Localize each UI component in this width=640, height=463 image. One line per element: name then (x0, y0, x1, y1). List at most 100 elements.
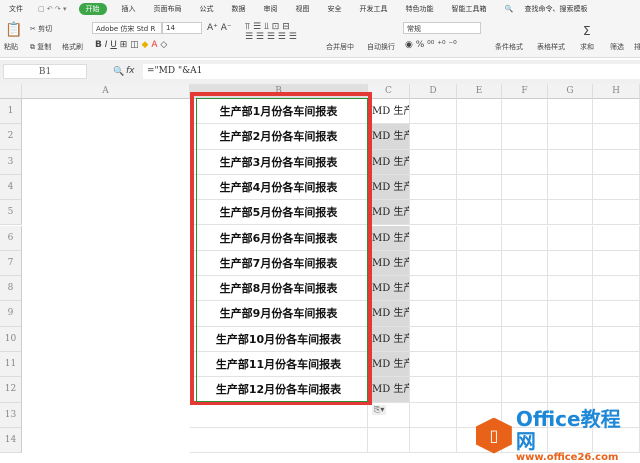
conditional-format-button[interactable]: 条件格式 (495, 42, 523, 52)
cell[interactable] (457, 326, 502, 352)
cell[interactable] (457, 124, 502, 150)
cell[interactable] (548, 250, 593, 277)
cell-b[interactable]: MD 生产部2月份各车间报表 (368, 124, 410, 150)
cell[interactable] (410, 352, 457, 378)
cell[interactable] (502, 377, 548, 403)
cell-b[interactable]: MD 生产部1月份各车间报表 (368, 99, 410, 125)
cell-b[interactable]: MD 生产部3月份各车间报表 (368, 149, 410, 175)
cell-b[interactable]: MD 生产部6月份各车间报表 (368, 225, 410, 251)
cell[interactable] (548, 124, 593, 150)
cell-a[interactable] (190, 402, 368, 428)
copy-button[interactable]: ⧉ 复制 (30, 42, 51, 52)
cell[interactable] (410, 377, 457, 403)
cell[interactable] (410, 124, 457, 150)
column-header-G[interactable]: G (548, 84, 593, 99)
merge-center-button[interactable]: 合并居中 (326, 42, 354, 52)
cell-b[interactable]: MD 生产部10月份各车间报表 (368, 326, 410, 352)
cell-b[interactable]: MD 生产部9月份各车间报表 (368, 301, 410, 327)
cell[interactable] (548, 352, 593, 378)
cell[interactable] (548, 174, 593, 201)
cell[interactable] (593, 352, 640, 378)
row-header[interactable]: 8 (0, 276, 22, 302)
cell[interactable] (548, 326, 593, 352)
cell[interactable] (548, 99, 593, 125)
font-grow-icon[interactable]: A⁺ A⁻ (207, 23, 232, 33)
sum-icon[interactable]: Σ (583, 24, 591, 38)
paste-options-icon[interactable]: ⎘▾ (372, 405, 387, 415)
cell[interactable] (457, 99, 502, 125)
cell[interactable] (410, 99, 457, 125)
sum-button[interactable]: 求和 (580, 42, 594, 52)
align-buttons[interactable]: ⫪ ☰ ⫫ ⊡ ⊟ ☰ ☰ ☰ ☰ ☰ (245, 22, 297, 42)
cell[interactable] (593, 301, 640, 327)
cell[interactable] (548, 149, 593, 175)
cell[interactable] (593, 149, 640, 175)
menu-file[interactable]: 文件 (0, 4, 32, 14)
tab-8[interactable]: 开发工具 (351, 4, 397, 14)
cell[interactable] (593, 250, 640, 277)
table-style-button[interactable]: 表格样式 (537, 42, 565, 52)
cut-button[interactable]: ✂ 剪切 (30, 24, 52, 34)
cell-b[interactable]: MD 生产部7月份各车间报表 (368, 250, 410, 277)
quick-access-icons[interactable]: ▢ ↶ ↷ ▾ (32, 5, 73, 13)
row-header[interactable]: 1 (0, 99, 22, 125)
row-header[interactable]: 7 (0, 250, 22, 277)
font-style-buttons[interactable]: B I U ⊞ ◫ ◆ A ◇ (95, 40, 167, 50)
cell[interactable] (410, 427, 457, 454)
cell[interactable] (457, 225, 502, 251)
cell[interactable] (410, 402, 457, 428)
cell[interactable] (457, 276, 502, 302)
cell[interactable] (502, 250, 548, 277)
cell-a[interactable] (190, 427, 368, 454)
cell[interactable] (502, 352, 548, 378)
cell[interactable] (593, 225, 640, 251)
cell[interactable] (593, 174, 640, 201)
cell[interactable] (410, 225, 457, 251)
cell[interactable] (457, 174, 502, 201)
cell[interactable] (593, 99, 640, 125)
cell[interactable] (502, 301, 548, 327)
sort-button[interactable]: 排 (634, 42, 640, 52)
search-commands[interactable]: 🔍 查找命令、搜索模板 (496, 4, 606, 14)
cell-b[interactable]: MD 生产部5月份各车间报表 (368, 200, 410, 226)
cell[interactable] (502, 326, 548, 352)
tab-6[interactable]: 视图 (287, 4, 319, 14)
cell[interactable] (410, 200, 457, 226)
cell[interactable] (502, 174, 548, 201)
row-header[interactable]: 4 (0, 174, 22, 201)
cell[interactable] (548, 276, 593, 302)
cell[interactable] (457, 377, 502, 403)
font-size-select[interactable]: 14 (162, 22, 202, 34)
cell-b[interactable]: MD 生产部8月份各车间报表 (368, 276, 410, 302)
cell[interactable] (548, 225, 593, 251)
cell[interactable] (457, 352, 502, 378)
paste-button[interactable]: 粘贴 (4, 42, 18, 52)
tab-10[interactable]: 智能工具箱 (443, 4, 496, 14)
tab-3[interactable]: 公式 (191, 4, 223, 14)
cell[interactable] (548, 200, 593, 226)
column-header-A[interactable]: A (22, 84, 190, 99)
cell[interactable] (457, 301, 502, 327)
paste-icon[interactable]: 📋 (5, 22, 22, 38)
cell[interactable] (593, 326, 640, 352)
formula-input[interactable]: ="MD "&A1 (143, 64, 640, 79)
select-all-corner[interactable] (0, 84, 22, 99)
cell[interactable] (502, 124, 548, 150)
tab-4[interactable]: 数据 (223, 4, 255, 14)
cell[interactable] (502, 200, 548, 226)
row-header[interactable]: 13 (0, 402, 22, 428)
row-header[interactable]: 2 (0, 124, 22, 150)
zoom-icon[interactable]: 🔍 (113, 67, 124, 77)
row-header[interactable]: 6 (0, 225, 22, 251)
cell[interactable] (410, 174, 457, 201)
tab-9[interactable]: 特色功能 (397, 4, 443, 14)
cell[interactable] (410, 250, 457, 277)
font-select[interactable]: Adobe 仿宋 Std R (92, 22, 162, 34)
tab-2[interactable]: 页面布局 (145, 4, 191, 14)
row-header[interactable]: 5 (0, 200, 22, 226)
cell[interactable] (457, 149, 502, 175)
cell[interactable] (548, 301, 593, 327)
cell[interactable] (593, 377, 640, 403)
row-header[interactable]: 11 (0, 352, 22, 378)
filter-button[interactable]: 筛选 (610, 42, 624, 52)
